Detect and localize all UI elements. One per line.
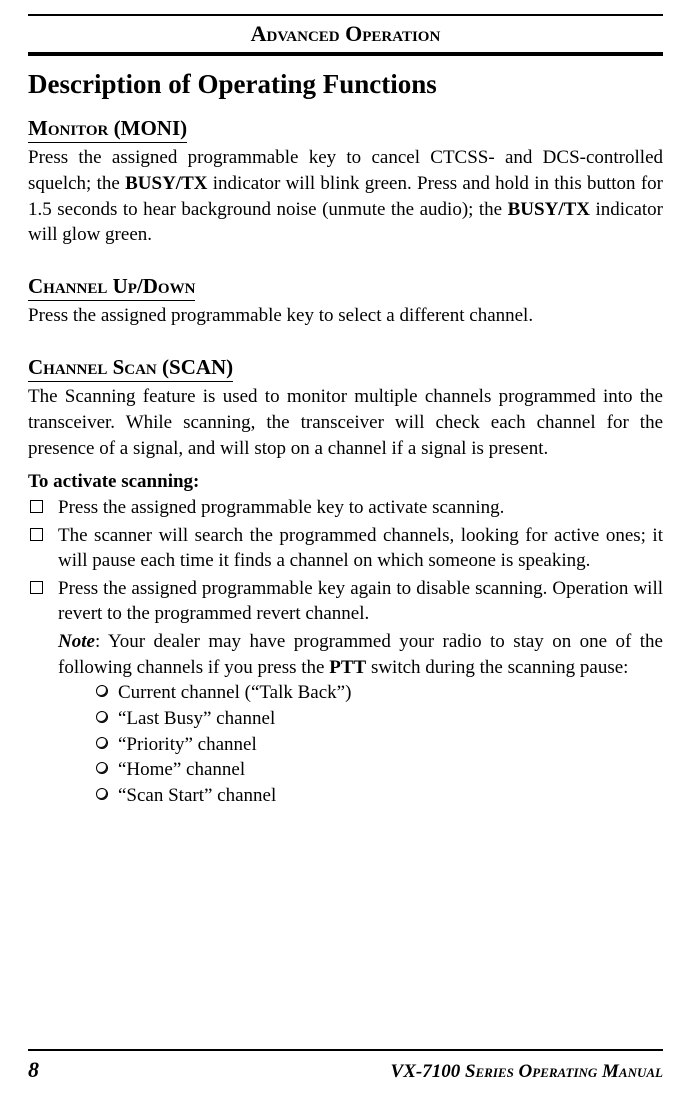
section-channel-scan: Channel Scan (SCAN) The Scanning feature… <box>28 345 663 809</box>
text: switch during the scanning pause: <box>366 657 628 678</box>
para-scan-intro: The Scanning feature is used to monitor … <box>28 384 663 461</box>
subhead-activate-scanning: To activate scanning: <box>28 469 663 495</box>
section-channel-updown: Channel Up/Down Press the assigned progr… <box>28 264 663 329</box>
activate-scan-list: Press the assigned programmable key to a… <box>28 495 663 627</box>
list-item: Press the assigned programmable key agai… <box>28 576 663 627</box>
list-item: Current channel (“Talk Back”) <box>96 680 663 706</box>
list-item: Press the assigned programmable key to a… <box>28 495 663 521</box>
section-monitor: Monitor (MONI) Press the assigned progra… <box>28 106 663 248</box>
chapter-title: Advanced Operation <box>28 14 663 56</box>
manual-title: VX-7100 Series Operating Manual <box>391 1059 663 1085</box>
para-monitor: Press the assigned programmable key to c… <box>28 145 663 248</box>
page-heading: Description of Operating Functions <box>28 66 663 102</box>
busytx-label: BUSY/TX <box>125 173 207 194</box>
ptt-label: PTT <box>329 657 366 678</box>
note-label: Note <box>58 631 95 652</box>
page-number: 8 <box>28 1055 39 1085</box>
heading-channel-scan: Channel Scan (SCAN) <box>28 353 233 382</box>
note-block: Note: Your dealer may have programmed yo… <box>28 629 663 680</box>
list-item: “Scan Start” channel <box>96 783 663 809</box>
list-item: “Last Busy” channel <box>96 706 663 732</box>
para-channel-updown: Press the assigned programmable key to s… <box>28 303 663 329</box>
page-footer: 8 VX-7100 Series Operating Manual <box>28 1049 663 1085</box>
list-item: “Priority” channel <box>96 732 663 758</box>
list-item: “Home” channel <box>96 757 663 783</box>
heading-monitor: Monitor (MONI) <box>28 114 187 143</box>
ptt-channel-list: Current channel (“Talk Back”) “Last Busy… <box>96 680 663 808</box>
busytx-label: BUSY/TX <box>508 199 590 220</box>
heading-channel-updown: Channel Up/Down <box>28 272 195 301</box>
list-item: The scanner will search the programmed c… <box>28 523 663 574</box>
